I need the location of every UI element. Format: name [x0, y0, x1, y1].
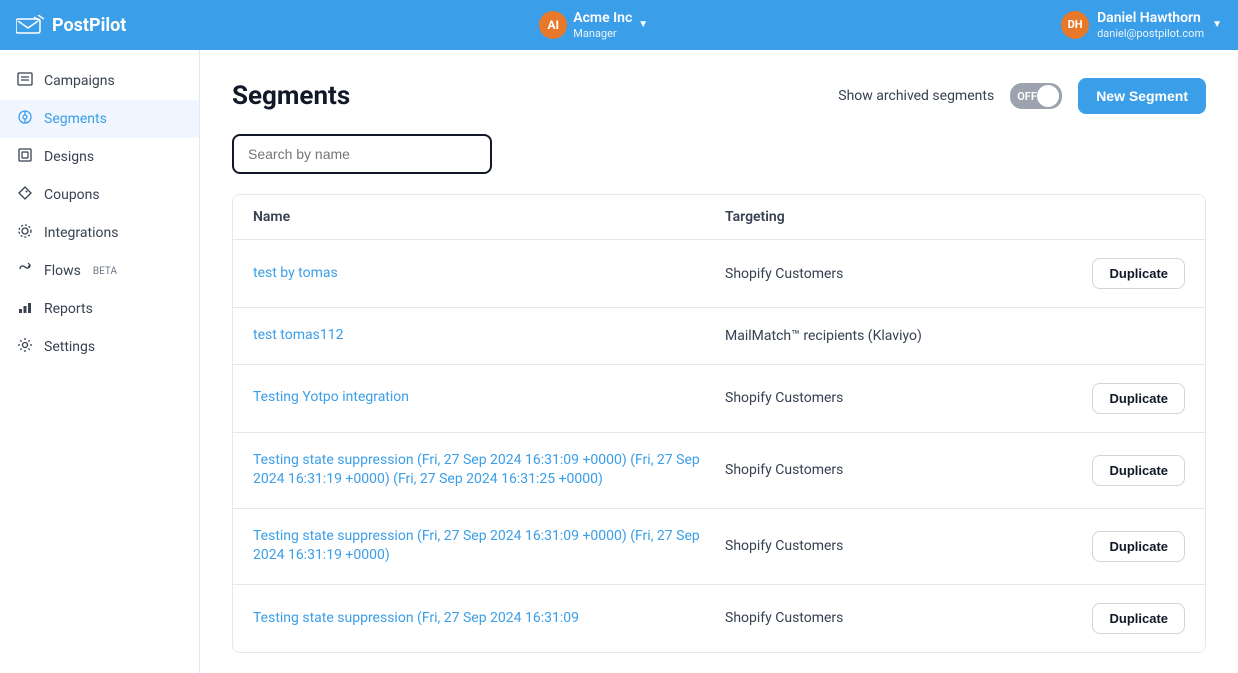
segment-targeting: Shopify Customers: [725, 538, 1025, 554]
segment-targeting: Shopify Customers: [725, 266, 1025, 282]
page-title: Segments: [232, 81, 350, 111]
segment-name-link[interactable]: Testing Yotpo integration: [253, 388, 725, 408]
integrations-label: Integrations: [44, 225, 118, 241]
page-header: Segments Show archived segments OFF New …: [232, 78, 1206, 114]
new-segment-button[interactable]: New Segment: [1078, 78, 1206, 114]
designs-icon: [16, 147, 34, 167]
designs-label: Designs: [44, 149, 94, 165]
postpilot-logo-icon: [16, 15, 44, 35]
company-switcher[interactable]: AI Acme Inc Manager ▼: [539, 10, 648, 40]
sidebar-item-reports[interactable]: Reports: [0, 290, 199, 328]
duplicate-button[interactable]: Duplicate: [1092, 258, 1185, 289]
coupons-label: Coupons: [44, 187, 100, 203]
segments-label: Segments: [44, 111, 107, 127]
sidebar-item-designs[interactable]: Designs: [0, 138, 199, 176]
integrations-icon: [16, 223, 34, 243]
campaigns-label: Campaigns: [44, 73, 115, 89]
segments-icon: [16, 109, 34, 129]
user-email: daniel@postpilot.com: [1097, 27, 1204, 40]
user-menu[interactable]: DH Daniel Hawthorn daniel@postpilot.com …: [1061, 10, 1222, 40]
search-input[interactable]: [232, 134, 492, 174]
company-avatar: AI: [539, 11, 567, 39]
segment-name-link[interactable]: test tomas112: [253, 326, 725, 346]
segment-name-link[interactable]: test by tomas: [253, 264, 725, 284]
segment-targeting: MailMatch™ recipients (Klaviyo): [725, 328, 1025, 344]
table-header: Name Targeting: [233, 195, 1205, 240]
table-row: Testing Yotpo integration Shopify Custom…: [233, 365, 1205, 433]
user-name: Daniel Hawthorn: [1097, 10, 1204, 27]
company-role: Manager: [573, 27, 632, 40]
archived-toggle[interactable]: OFF: [1010, 83, 1062, 109]
duplicate-button[interactable]: Duplicate: [1092, 455, 1185, 486]
segment-name-link[interactable]: Testing state suppression (Fri, 27 Sep 2…: [253, 609, 725, 629]
segments-table: Name Targeting test by tomas Shopify Cus…: [232, 194, 1206, 653]
header-actions: [1025, 209, 1185, 225]
campaigns-icon: [16, 71, 34, 91]
main-layout: Campaigns Segments Designs Coupons Integ…: [0, 50, 1238, 673]
logo: PostPilot: [16, 15, 126, 36]
company-info: Acme Inc Manager: [573, 10, 632, 40]
duplicate-button[interactable]: Duplicate: [1092, 603, 1185, 634]
segment-targeting: Shopify Customers: [725, 390, 1025, 406]
sidebar-item-segments[interactable]: Segments: [0, 100, 199, 138]
company-name: Acme Inc: [573, 10, 632, 27]
table-row: test tomas112 MailMatch™ recipients (Kla…: [233, 308, 1205, 365]
sidebar-item-flows[interactable]: Flows BETA: [0, 252, 199, 290]
company-chevron-icon: ▼: [638, 19, 648, 30]
logo-text: PostPilot: [52, 15, 126, 36]
segment-targeting: Shopify Customers: [725, 462, 1025, 478]
header-targeting: Targeting: [725, 209, 1025, 225]
toggle-knob: [1037, 85, 1059, 107]
reports-icon: [16, 299, 34, 319]
sidebar-item-campaigns[interactable]: Campaigns: [0, 62, 199, 100]
toggle-state-label: OFF: [1017, 90, 1037, 103]
user-info: Daniel Hawthorn daniel@postpilot.com: [1097, 10, 1204, 40]
content-area: Segments Show archived segments OFF New …: [200, 50, 1238, 673]
sidebar-item-settings[interactable]: Settings: [0, 328, 199, 366]
table-row: Testing state suppression (Fri, 27 Sep 2…: [233, 585, 1205, 652]
reports-label: Reports: [44, 301, 93, 317]
sidebar-item-integrations[interactable]: Integrations: [0, 214, 199, 252]
settings-label: Settings: [44, 339, 95, 355]
archived-segments-label: Show archived segments: [838, 88, 994, 104]
duplicate-button[interactable]: Duplicate: [1092, 383, 1185, 414]
sidebar-item-coupons[interactable]: Coupons: [0, 176, 199, 214]
sidebar: Campaigns Segments Designs Coupons Integ…: [0, 50, 200, 673]
header-actions: Show archived segments OFF New Segment: [838, 78, 1206, 114]
flows-beta-badge: BETA: [93, 266, 117, 277]
flows-label: Flows: [44, 263, 81, 279]
user-avatar: DH: [1061, 11, 1089, 39]
segment-name-link[interactable]: Testing state suppression (Fri, 27 Sep 2…: [253, 527, 725, 566]
segment-targeting: Shopify Customers: [725, 610, 1025, 626]
flows-icon: [16, 261, 34, 281]
user-chevron-icon: ▼: [1212, 19, 1222, 30]
topnav: PostPilot AI Acme Inc Manager ▼ DH Danie…: [0, 0, 1238, 50]
table-row: Testing state suppression (Fri, 27 Sep 2…: [233, 433, 1205, 509]
duplicate-button[interactable]: Duplicate: [1092, 531, 1185, 562]
coupons-icon: [16, 185, 34, 205]
header-name: Name: [253, 209, 725, 225]
settings-icon: [16, 337, 34, 357]
segment-name-link[interactable]: Testing state suppression (Fri, 27 Sep 2…: [253, 451, 725, 490]
table-row: Testing state suppression (Fri, 27 Sep 2…: [233, 509, 1205, 585]
table-row: test by tomas Shopify Customers Duplicat…: [233, 240, 1205, 308]
search-container: [232, 134, 1206, 174]
